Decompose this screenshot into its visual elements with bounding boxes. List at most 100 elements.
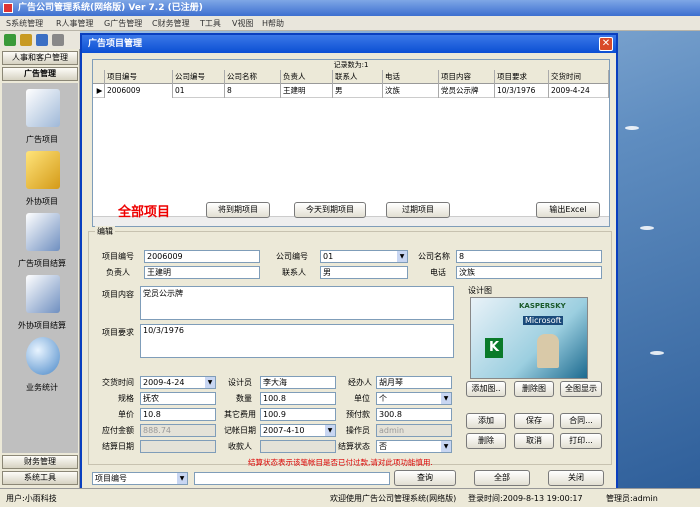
search-field-select[interactable]: 项目编号 [92, 472, 188, 485]
col-header[interactable]: 联系人 [333, 70, 383, 84]
receivable-label: 应付金额 [102, 426, 134, 435]
row-pointer-icon: ▶ [93, 84, 105, 98]
design-product: Microsoft [523, 316, 564, 325]
sidebar-header-ads[interactable]: 广告管理 [2, 67, 78, 81]
sidebar-item-ad-settle[interactable]: 广告项目结算 [4, 211, 80, 271]
col-header[interactable]: 项目要求 [495, 70, 549, 84]
save-button[interactable]: 保存 [514, 413, 554, 429]
menu-hr[interactable]: R人事管理 [56, 18, 94, 29]
table-row[interactable]: ▶ 2006009 01 8 王建明 男 汶族 党员公示牌 10/3/1976 … [93, 84, 609, 98]
search-input[interactable] [194, 472, 390, 485]
settle-state-select[interactable]: 否 [376, 440, 452, 453]
sidebar-item-outsource[interactable]: 外协项目 [4, 149, 80, 209]
spec-label: 规格 [118, 394, 134, 403]
bird-decoration [640, 226, 654, 230]
owner-field[interactable]: 王建明 [144, 266, 260, 279]
table-cell[interactable]: 01 [173, 84, 225, 98]
col-header[interactable]: 公司名称 [225, 70, 281, 84]
close-icon[interactable]: ✕ [599, 37, 613, 51]
col-header[interactable]: 公司编号 [173, 70, 225, 84]
add-picture-button[interactable]: 添加图.. [466, 381, 506, 397]
bookdate-picker[interactable]: 2007-4-10 [260, 424, 336, 437]
menu-view[interactable]: V视图 [232, 18, 253, 29]
grid-header: 项目编号 公司编号 公司名称 负责人 联系人 电话 项目内容 项目要求 交货时间 [93, 70, 609, 84]
add-button[interactable]: 添加 [466, 413, 506, 429]
table-cell[interactable]: 男 [333, 84, 383, 98]
payee-field [260, 440, 336, 453]
document-globe-icon [26, 275, 60, 313]
query-button[interactable]: 查询 [394, 470, 456, 486]
delete-button[interactable]: 删除 [466, 433, 506, 449]
col-header[interactable]: 电话 [383, 70, 439, 84]
tool-icon-4[interactable] [52, 34, 64, 46]
sidebar-header-finance[interactable]: 财务管理 [2, 455, 78, 469]
contract-button[interactable]: 合同... [560, 413, 602, 429]
tool-icon-1[interactable] [4, 34, 16, 46]
qty-field[interactable]: 100.8 [260, 392, 336, 405]
design-label: 设计图 [468, 286, 492, 295]
table-cell[interactable]: 10/3/1976 [495, 84, 549, 98]
company-name-field[interactable]: 8 [456, 250, 602, 263]
col-header[interactable]: 项目内容 [439, 70, 495, 84]
table-cell[interactable]: 2006009 [105, 84, 173, 98]
operator-field: admin [376, 424, 452, 437]
settle-date-field [140, 440, 216, 453]
contact-field[interactable]: 男 [320, 266, 408, 279]
designer-field[interactable]: 李大海 [260, 376, 336, 389]
col-header[interactable]: 项目编号 [105, 70, 173, 84]
today-due-button[interactable]: 今天到期项目 [294, 202, 366, 218]
menu-finance[interactable]: C财务管理 [152, 18, 190, 29]
designer-label: 设计员 [228, 378, 252, 387]
tool-icon-2[interactable] [20, 34, 32, 46]
delete-picture-button[interactable]: 删除图 [514, 381, 554, 397]
www-icon [26, 151, 60, 189]
table-cell[interactable]: 2009-4-24 [549, 84, 609, 98]
handler-label: 经办人 [348, 378, 372, 387]
sidebar-header-hr[interactable]: 人事和客户管理 [2, 51, 78, 65]
delivery-date-picker[interactable]: 2009-4-24 [140, 376, 216, 389]
prepay-field[interactable]: 300.8 [376, 408, 452, 421]
other-fee-label: 其它费用 [224, 410, 256, 419]
menu-tools[interactable]: T工具 [200, 18, 221, 29]
menu-ads[interactable]: G广告管理 [104, 18, 142, 29]
price-field[interactable]: 10.8 [140, 408, 216, 421]
spec-field[interactable]: 抚农 [140, 392, 216, 405]
show-all-button[interactable]: 全部 [474, 470, 530, 486]
sidebar-item-label: 广告项目 [26, 135, 58, 144]
app-icon [3, 3, 13, 13]
content-textarea[interactable]: 党员公示牌 [140, 286, 454, 320]
sidebar-item-outsource-settle[interactable]: 外协项目结算 [4, 273, 80, 333]
other-fee-field[interactable]: 100.9 [260, 408, 336, 421]
export-excel-button[interactable]: 输出Excel [536, 202, 600, 218]
print-button[interactable]: 打印... [560, 433, 602, 449]
table-cell[interactable]: 汶族 [383, 84, 439, 98]
close-button[interactable]: 关闭 [548, 470, 604, 486]
cancel-button[interactable]: 取消 [514, 433, 554, 449]
status-admin: 管理员:admin [606, 494, 658, 503]
overdue-button[interactable]: 过期项目 [386, 202, 450, 218]
table-cell[interactable]: 8 [225, 84, 281, 98]
col-header[interactable]: 交货时间 [549, 70, 609, 84]
settle-warning-note: 结算状态表示该笔帐目是否已付过款,请对此项功能慎用. [248, 458, 433, 467]
sidebar-item-ad-project[interactable]: 广告项目 [4, 87, 80, 147]
table-cell[interactable]: 党员公示牌 [439, 84, 495, 98]
req-textarea[interactable]: 10/3/1976 [140, 324, 454, 358]
table-cell[interactable]: 王建明 [281, 84, 333, 98]
menu-help[interactable]: H帮助 [262, 18, 284, 29]
tool-icon-3[interactable] [36, 34, 48, 46]
due-projects-button[interactable]: 将到期项目 [206, 202, 270, 218]
phone-field[interactable]: 汶族 [456, 266, 602, 279]
sidebar-header-tools[interactable]: 系统工具 [2, 471, 78, 485]
sidebar-item-stats[interactable]: 业务统计 [4, 335, 80, 395]
unit-select[interactable]: 个 [376, 392, 452, 405]
qty-label: 数量 [236, 394, 252, 403]
menu-system[interactable]: S系统管理 [6, 18, 43, 29]
handler-field[interactable]: 胡月琴 [376, 376, 452, 389]
company-no-select[interactable]: 01 [320, 250, 408, 263]
req-label: 项目要求 [102, 328, 134, 337]
full-picture-button[interactable]: 全图显示 [560, 381, 602, 397]
proj-no-field[interactable]: 2006009 [144, 250, 260, 263]
col-header[interactable]: 负责人 [281, 70, 333, 84]
dialog-title-bar: 广告项目管理 ✕ [82, 35, 616, 53]
globe-icon [26, 337, 60, 375]
